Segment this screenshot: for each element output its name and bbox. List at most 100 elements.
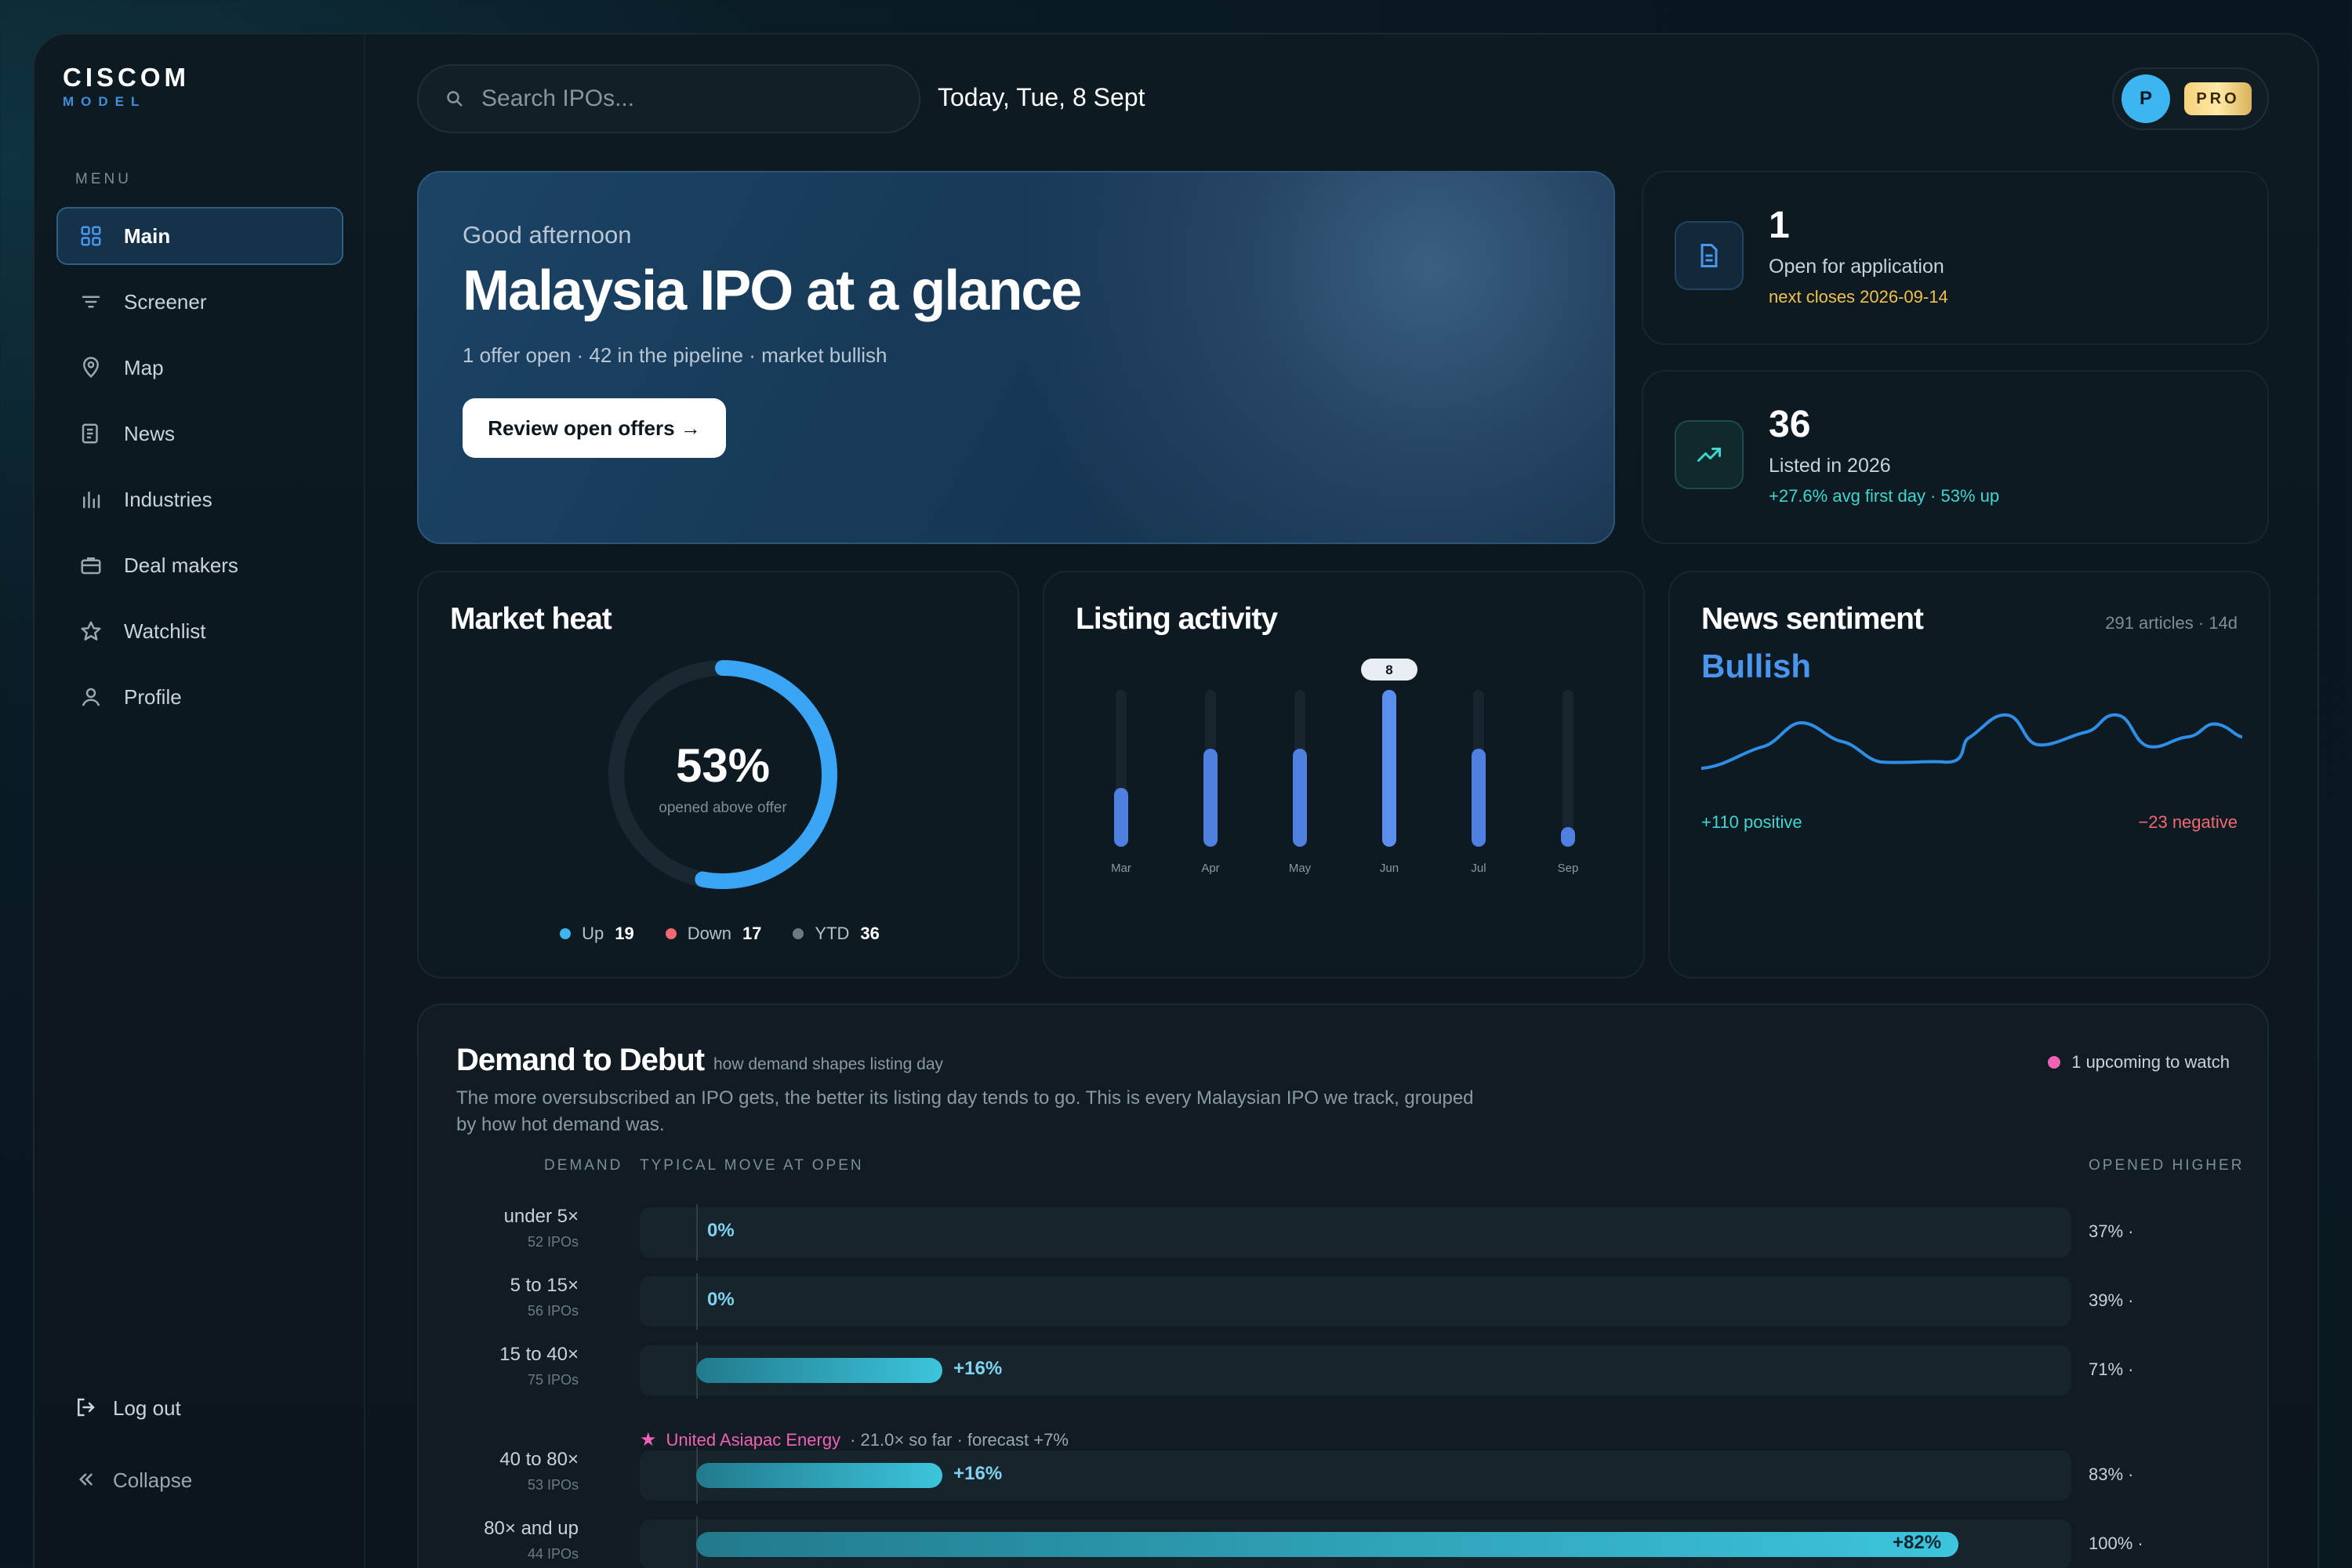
bar-sep[interactable] <box>1561 827 1575 847</box>
demand-row[interactable]: 40 to 80× 53 IPOs +16% 83% · <box>419 1447 2270 1510</box>
zero-line <box>696 1204 698 1261</box>
stat-card-open[interactable]: 1 Open for application next closes 2026-… <box>1642 171 2269 345</box>
pro-badge: PRO <box>2184 82 2252 115</box>
legend-value: 19 <box>615 924 634 943</box>
watch-dot <box>2048 1056 2061 1069</box>
logout-icon <box>74 1396 99 1421</box>
sidebar-item-news[interactable]: News <box>56 405 343 463</box>
bar-mar[interactable] <box>1114 788 1128 847</box>
news-sentiment-card: News sentiment 291 articles · 14d Bullis… <box>1668 571 2270 978</box>
sidebar-item-main[interactable]: Main <box>56 207 343 265</box>
x-tick-label: Jun <box>1380 862 1399 875</box>
row-label: 40 to 80× <box>499 1449 579 1470</box>
bar-jun[interactable] <box>1382 690 1396 847</box>
row-count: 53 IPOs <box>527 1477 579 1493</box>
upcoming-ipo-callout[interactable]: ★ United Asiapac Energy · 21.0× so far ·… <box>640 1428 1069 1451</box>
legend-dot <box>665 928 677 939</box>
move-value: 0% <box>707 1289 735 1310</box>
logout-button[interactable]: Log out <box>74 1396 325 1421</box>
demand-to-debut-card: Demand to Debut how demand shapes listin… <box>417 1004 2269 1568</box>
app-window: CISCOM MODEL MENU Main Screener Map News… <box>33 33 2319 1568</box>
opened-higher-value: 100% · <box>2089 1534 2143 1553</box>
listing-activity-chart: Mar Apr May Jun 8 Jul Sep <box>1111 659 1578 875</box>
collapse-button[interactable]: Collapse <box>74 1468 325 1493</box>
sidebar-item-map[interactable]: Map <box>56 339 343 397</box>
gauge-legend: Up 19 Down 17 YTD 36 <box>419 924 1021 944</box>
sidebar: CISCOM MODEL MENU Main Screener Map News… <box>34 34 365 1568</box>
section-tag: how demand shapes listing day <box>713 1055 944 1073</box>
x-tick-label: Mar <box>1111 862 1131 875</box>
stat-value: 1 <box>1769 205 1790 246</box>
search-icon <box>447 91 463 107</box>
demand-row[interactable]: under 5× 52 IPOs 0% 37% · <box>419 1204 2270 1267</box>
opened-higher-value: 83% · <box>2089 1465 2134 1484</box>
sidebar-item-label: Watchlist <box>124 619 206 643</box>
brand-logo[interactable]: CISCOM MODEL <box>63 63 190 110</box>
stat-note: +27.6% avg first day · 53% up <box>1769 486 2000 506</box>
chevrons-left-icon <box>74 1468 99 1493</box>
sidebar-item-label: Industries <box>124 487 212 511</box>
star-icon: ★ <box>640 1429 657 1450</box>
x-tick-label: May <box>1289 862 1312 875</box>
bar-apr[interactable] <box>1203 749 1218 847</box>
current-date: Today, Tue, 8 Sept <box>938 83 1145 111</box>
trending-up-icon <box>1675 420 1744 489</box>
document-icon <box>1675 221 1744 290</box>
sidebar-item-watchlist[interactable]: Watchlist <box>56 602 343 660</box>
row-count: 75 IPOs <box>527 1372 579 1388</box>
sidebar-nav: Main Screener Map News Industries Deal m… <box>56 207 343 734</box>
bar-jul[interactable] <box>1472 749 1486 847</box>
move-value: +16% <box>953 1463 1003 1484</box>
avatar[interactable]: P <box>2122 74 2170 123</box>
stat-label: Listed in 2026 <box>1769 455 1891 477</box>
legend-value: 17 <box>742 924 762 943</box>
grid-icon <box>78 223 103 249</box>
callout-detail: · 21.0× so far · forecast +7% <box>850 1429 1069 1450</box>
move-bar <box>696 1532 1958 1557</box>
opened-higher-value: 39% · <box>2089 1290 2134 1310</box>
demand-row[interactable]: 5 to 15× 56 IPOs 0% 39% · <box>419 1273 2270 1336</box>
opened-higher-value: 37% · <box>2089 1221 2134 1241</box>
sidebar-item-label: Deal makers <box>124 553 238 577</box>
review-offers-button[interactable]: Review open offers → <box>463 398 726 458</box>
move-value: +82% <box>1893 1532 1942 1553</box>
demand-row[interactable]: 15 to 40× 75 IPOs +16% 71% · <box>419 1342 2270 1405</box>
map-pin-icon <box>78 355 103 380</box>
demand-row[interactable]: 80× and up 44 IPOs +82% 100% · <box>419 1516 2270 1568</box>
legend-item-up: Up 19 <box>560 924 634 944</box>
logout-label: Log out <box>113 1396 181 1420</box>
star-icon <box>78 619 103 644</box>
legend-label: YTD <box>815 924 850 943</box>
legend-item-ytd: YTD 36 <box>793 924 880 944</box>
move-bar <box>696 1358 943 1383</box>
opened-higher-value: 71% · <box>2089 1359 2134 1379</box>
market-heat-card: Market heat 53% opened above offer Up 19… <box>417 571 1019 978</box>
callout-name: United Asiapac Energy <box>666 1429 841 1450</box>
menu-label: MENU <box>75 171 132 187</box>
page-title: Malaysia IPO at a glance <box>463 260 1082 322</box>
sidebar-item-deal-makers[interactable]: Deal makers <box>56 536 343 594</box>
filter-icon <box>78 289 103 314</box>
legend-label: Up <box>582 924 604 943</box>
row-label: 5 to 15× <box>510 1275 579 1296</box>
briefcase-icon <box>78 553 103 578</box>
sidebar-item-label: Main <box>124 223 171 248</box>
sidebar-item-label: News <box>124 421 176 445</box>
sidebar-item-profile[interactable]: Profile <box>56 668 343 726</box>
search-input[interactable]: Search IPOs... <box>417 64 920 133</box>
bar-may[interactable] <box>1293 749 1307 847</box>
upcoming-watch-indicator[interactable]: 1 upcoming to watch <box>2048 1052 2230 1073</box>
user-icon <box>78 684 103 710</box>
sidebar-item-screener[interactable]: Screener <box>56 273 343 331</box>
move-value: 0% <box>707 1220 735 1241</box>
stat-note: next closes 2026-09-14 <box>1769 287 1948 307</box>
legend-label: Down <box>687 924 731 943</box>
sentiment-negative: −23 negative <box>2138 812 2238 832</box>
row-count: 52 IPOs <box>527 1234 579 1250</box>
sidebar-item-industries[interactable]: Industries <box>56 470 343 528</box>
sidebar-item-label: Profile <box>124 684 182 709</box>
legend-item-down: Down 17 <box>665 924 762 944</box>
bar-track <box>1563 690 1573 847</box>
user-menu[interactable]: P PRO <box>2112 67 2269 130</box>
stat-card-listed[interactable]: 36 Listed in 2026 +27.6% avg first day ·… <box>1642 370 2269 544</box>
